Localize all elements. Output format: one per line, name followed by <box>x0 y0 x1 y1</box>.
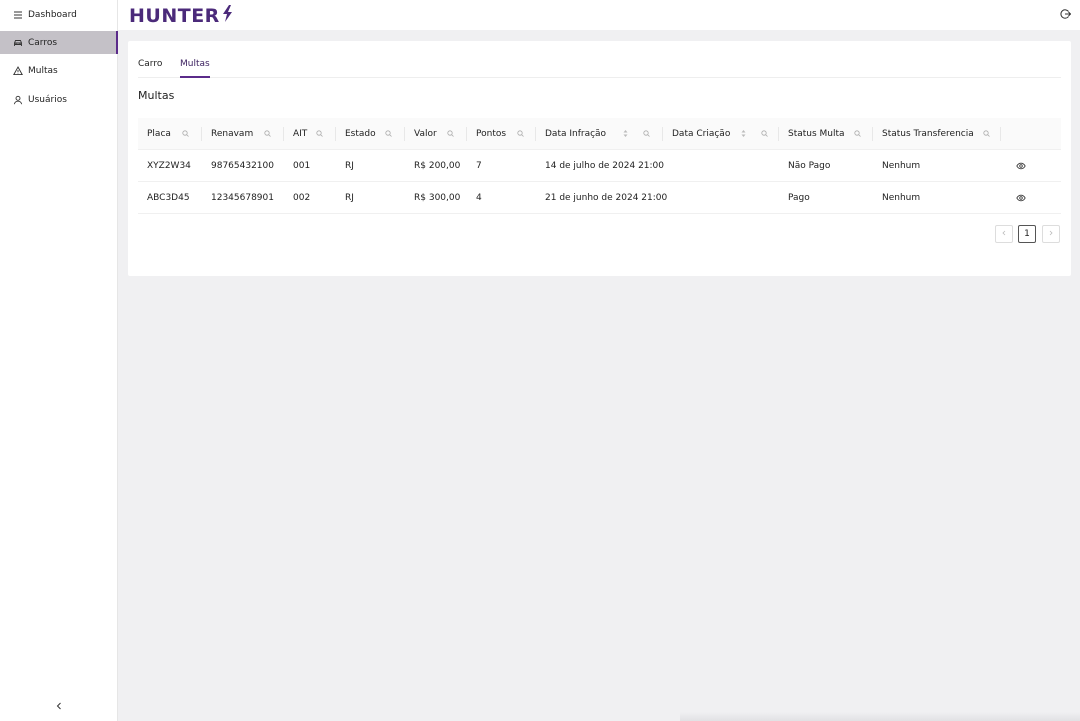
sidebar-item-carros[interactable]: Carros <box>0 31 118 54</box>
tab-multas[interactable]: Multas <box>180 59 210 78</box>
cell-ait: 001 <box>293 161 311 171</box>
search-icon[interactable] <box>384 129 393 138</box>
cell-placa: ABC3D45 <box>147 193 190 203</box>
chevron-left-icon <box>55 702 63 713</box>
logo[interactable]: HUNTER <box>129 3 234 28</box>
car-icon <box>13 38 23 48</box>
column-label: Placa <box>147 129 171 139</box>
sidebar: Dashboard Carros Multas Usuários <box>0 0 118 721</box>
cell-renavam: 12345678901 <box>211 193 274 203</box>
eye-icon[interactable] <box>1016 193 1026 203</box>
column-header-status-transferencia: Status Transferencia <box>873 118 1001 150</box>
search-icon[interactable] <box>760 129 769 138</box>
logout-icon <box>1059 8 1072 23</box>
cell-data-infracao: 14 de julho de 2024 21:00 <box>545 161 665 171</box>
lightning-icon <box>220 3 234 28</box>
search-icon[interactable] <box>181 129 190 138</box>
column-header-pontos: Pontos <box>467 118 536 150</box>
table-row[interactable]: ABC3D45 12345678901 002 RJ R$ 300,00 4 2… <box>138 182 1061 214</box>
table-header: Placa Renavam AIT Estado Valor Pontos Da… <box>138 118 1061 150</box>
tab-bar: Carro Multas <box>138 57 1061 78</box>
sidebar-item-multas[interactable]: Multas <box>0 59 118 82</box>
column-header-status-multa: Status Multa <box>779 118 873 150</box>
logo-text: HUNTER <box>129 4 220 27</box>
cell-status-multa: Pago <box>788 193 810 203</box>
search-icon[interactable] <box>642 129 651 138</box>
background-shade <box>680 712 1080 721</box>
sidebar-item-label: Multas <box>28 65 58 76</box>
column-header-estado: Estado <box>336 118 405 150</box>
content-card: Carro Multas Multas Placa Renavam AIT Es… <box>128 41 1071 276</box>
cell-data-criacao <box>663 182 672 214</box>
column-label: Data Criação <box>672 129 731 139</box>
column-header-renavam: Renavam <box>202 118 284 150</box>
cell-status-multa: Não Pago <box>788 161 831 171</box>
search-icon[interactable] <box>516 129 525 138</box>
cell-status-transferencia: Nenhum <box>882 161 921 171</box>
chevron-left-icon <box>1001 229 1007 239</box>
column-label: Data Infração <box>545 129 607 139</box>
search-icon[interactable] <box>263 129 272 138</box>
cell-status-transferencia: Nenhum <box>882 193 921 203</box>
cell-pontos: 7 <box>476 161 482 171</box>
tab-carro[interactable]: Carro <box>138 59 162 78</box>
pagination-next-button[interactable] <box>1042 225 1060 243</box>
cell-data-criacao <box>663 150 672 182</box>
cell-estado: RJ <box>345 161 354 171</box>
sidebar-item-label: Usuários <box>28 94 67 105</box>
column-label: AIT <box>293 129 308 139</box>
column-label: Status Multa <box>788 129 845 139</box>
column-header-data-criacao: Data Criação <box>663 118 779 150</box>
column-header-placa: Placa <box>138 118 202 150</box>
cell-ait: 002 <box>293 193 311 203</box>
pagination-page-1[interactable]: 1 <box>1018 225 1036 243</box>
column-header-actions <box>1001 118 1061 150</box>
search-icon[interactable] <box>982 129 991 138</box>
column-label: Estado <box>345 129 376 139</box>
sidebar-item-dashboard[interactable]: Dashboard <box>0 3 118 26</box>
cell-estado: RJ <box>345 193 354 203</box>
sort-icon[interactable] <box>622 128 629 139</box>
topbar: HUNTER <box>118 0 1080 30</box>
search-icon[interactable] <box>315 129 324 138</box>
warning-icon <box>13 65 23 76</box>
sort-icon[interactable] <box>740 128 747 139</box>
sidebar-item-label: Dashboard <box>28 9 77 20</box>
cell-pontos: 4 <box>476 193 482 203</box>
column-header-ait: AIT <box>284 118 336 150</box>
sidebar-collapse-button[interactable] <box>52 700 66 714</box>
column-label: Renavam <box>211 129 254 139</box>
chevron-right-icon <box>1048 229 1054 239</box>
search-icon[interactable] <box>446 129 455 138</box>
column-label: Pontos <box>476 129 507 139</box>
section-title: Multas <box>138 89 175 102</box>
user-icon <box>13 95 23 105</box>
cell-valor: R$ 300,00 <box>414 193 461 203</box>
column-label: Status Transferencia <box>882 129 974 139</box>
cell-valor: R$ 200,00 <box>414 161 461 171</box>
sidebar-item-label: Carros <box>28 37 58 48</box>
logout-button[interactable] <box>1058 8 1072 22</box>
eye-icon[interactable] <box>1016 161 1026 171</box>
table-row[interactable]: XYZ2W34 98765432100 001 RJ R$ 200,00 7 1… <box>138 150 1061 182</box>
cell-renavam: 98765432100 <box>211 161 274 171</box>
menu-icon <box>13 10 23 20</box>
column-header-valor: Valor <box>405 118 467 150</box>
column-label: Valor <box>414 129 437 139</box>
search-icon[interactable] <box>853 129 862 138</box>
fines-table: Placa Renavam AIT Estado Valor Pontos Da… <box>138 118 1061 214</box>
pagination-prev-button[interactable] <box>995 225 1013 243</box>
cell-data-infracao: 21 de junho de 2024 21:00 <box>545 193 668 203</box>
column-header-data-infracao: Data Infração <box>536 118 663 150</box>
cell-placa: XYZ2W34 <box>147 161 191 171</box>
sidebar-item-usuarios[interactable]: Usuários <box>0 88 118 111</box>
